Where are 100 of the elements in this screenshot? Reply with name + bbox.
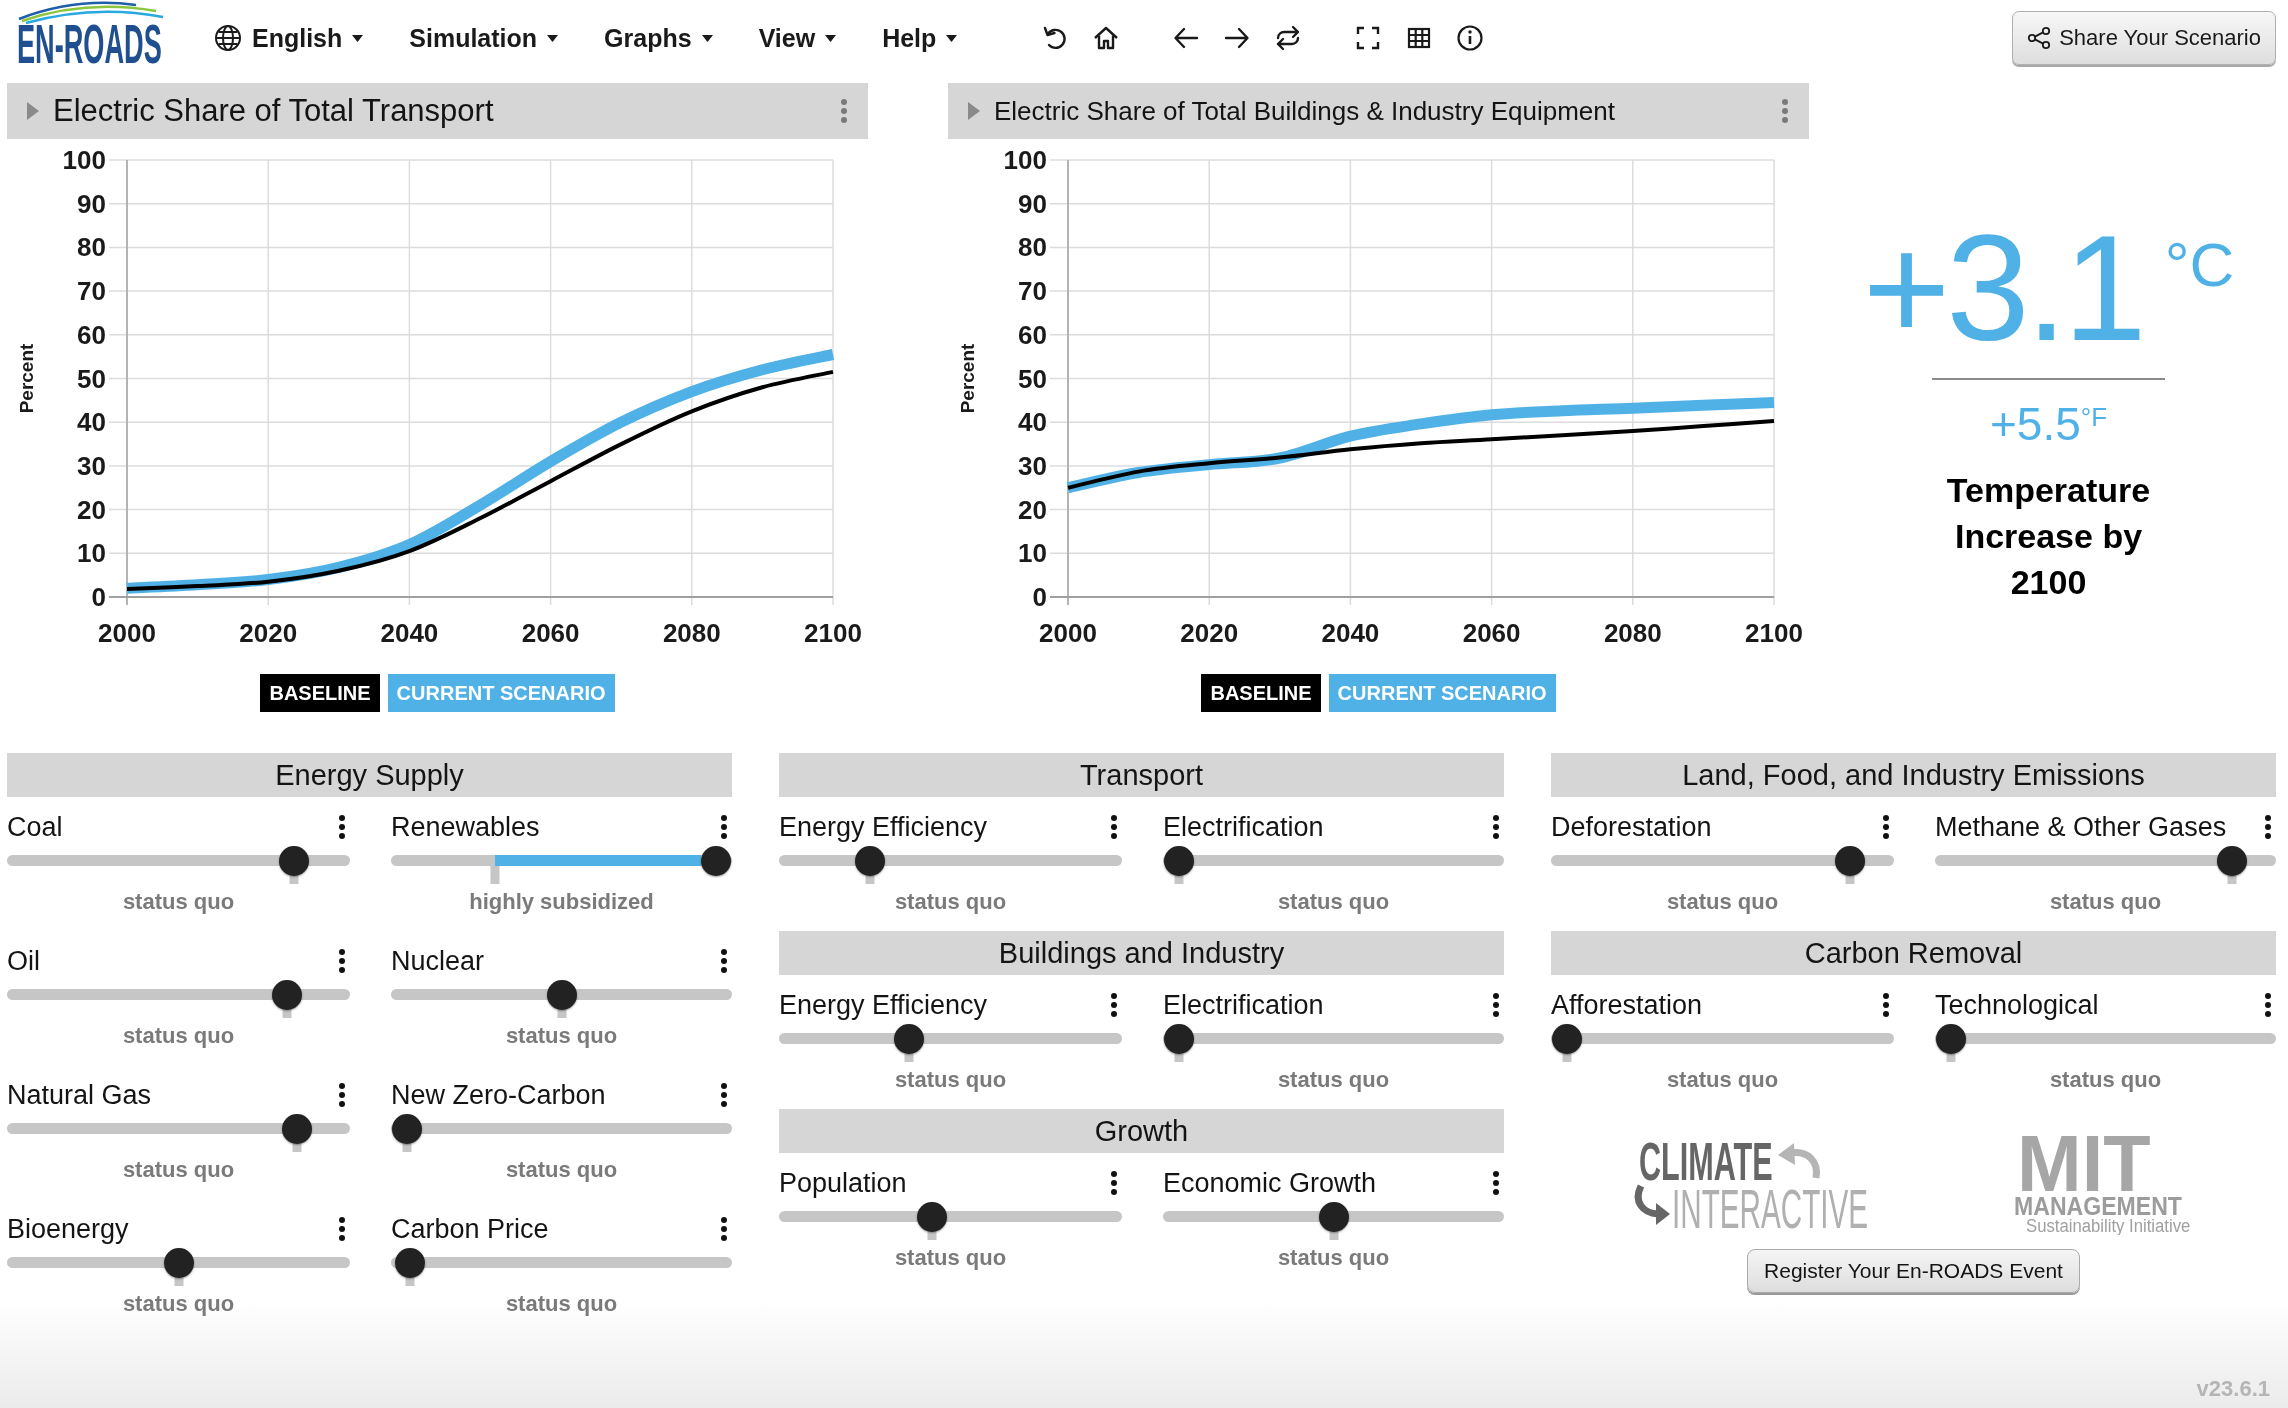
slider-thumb[interactable] [854,845,885,876]
more-options-icon[interactable] [1492,1170,1500,1196]
y-tick-label: 90 [1018,188,1047,219]
x-tick-label: 2020 [1180,618,1239,648]
menu-item[interactable]: View [758,23,837,53]
more-options-icon[interactable] [720,814,728,840]
more-options-icon[interactable] [338,814,346,840]
more-options-icon[interactable] [1882,992,1890,1018]
share-button[interactable]: Share Your Scenario [2012,11,2276,65]
slider-thumb[interactable] [281,1113,312,1144]
chart-title: Electric Share of Total Transport [53,93,494,129]
x-tick-label: 2080 [662,618,721,648]
x-tick-label: 2100 [804,618,862,648]
slider-label: Coal [7,811,63,843]
slider-thumb[interactable] [1318,1201,1349,1232]
more-options-icon[interactable] [720,1082,728,1108]
register-event-button[interactable]: Register Your En-ROADS Event [1747,1249,2080,1293]
more-options-icon[interactable] [1492,814,1500,840]
slider-thumb[interactable] [546,979,577,1010]
y-axis-title: Percent [15,343,37,414]
slider-thumb[interactable] [1936,1023,1966,1054]
slider-caption: status quo [1665,888,1780,916]
slider-caption: status quo [893,1244,1008,1272]
y-tick-label: 10 [77,538,106,569]
y-tick-label: 40 [1018,407,1047,438]
legend-item: BASELINE [1201,674,1321,712]
slider-thumb[interactable] [1164,1023,1194,1054]
menu-item[interactable]: Graphs [604,23,713,53]
more-options-icon[interactable] [720,1216,728,1242]
slider-label: Energy Efficiency [779,989,988,1021]
section-header: Carbon Removal [1551,931,2276,975]
y-tick-label: 40 [77,407,106,438]
slider-thumb[interactable] [893,1023,924,1054]
slider-thumb[interactable] [163,1247,194,1278]
slider-thumb[interactable] [278,845,309,876]
slider-label: Electrification [1163,811,1324,843]
slider-caption: status quo [504,1156,619,1184]
slider-label: Technological [1935,989,2099,1021]
slider-thumb[interactable] [272,979,303,1010]
slider-caption: status quo [1276,1244,1391,1272]
more-options-icon[interactable] [338,1082,346,1108]
slider-thumb[interactable] [392,1113,422,1144]
chart-title: Electric Share of Total Buildings & Industry Equipment [994,95,1615,127]
more-options-icon[interactable] [1492,992,1500,1018]
slider-caption: status quo [2048,1066,2163,1094]
menu-item[interactable]: Simulation [409,23,559,53]
slider-thumb[interactable] [395,1247,426,1278]
slider-caption: status quo [893,888,1008,916]
section-header: Growth [779,1109,1504,1153]
slider-thumb[interactable] [701,845,731,876]
more-options-icon[interactable] [2264,992,2272,1018]
info-icon[interactable] [1456,24,1485,52]
slider-caption: status quo [1276,1066,1391,1094]
slider-caption: status quo [121,888,236,916]
caret-icon [825,34,837,42]
menu-item[interactable]: Help [882,23,958,53]
menu-item[interactable]: English [214,23,364,53]
slider-thumb[interactable] [1164,845,1194,876]
x-tick-label: 2000 [98,618,156,648]
more-options-icon[interactable] [720,948,728,974]
slider-caption: status quo [1276,888,1391,916]
y-tick-label: 100 [62,145,106,175]
y-tick-label: 10 [1018,538,1047,569]
globe-icon [214,24,242,52]
section-header: Land, Food, and Industry Emissions [1551,753,2276,797]
slider-caption: status quo [2048,888,2163,916]
x-tick-label: 2060 [521,618,580,648]
slider-thumb[interactable] [1552,1023,1582,1054]
temperature-caption: Temperature Increase by 2100 [1945,470,2152,603]
y-tick-label: 20 [1018,494,1047,525]
more-options-icon[interactable] [1110,992,1118,1018]
y-tick-label: 0 [1032,582,1047,612]
slider-thumb[interactable] [916,1201,947,1232]
section-header: Energy Supply [7,753,732,797]
x-tick-label: 2000 [1039,618,1097,648]
x-tick-label: 2100 [1745,618,1803,648]
y-axis-title: Percent [956,343,978,414]
slider-caption: status quo [504,1022,619,1050]
version-label: v23.6.1 [2196,1376,2270,1402]
y-tick-label: 30 [1018,450,1047,481]
slider-label: Deforestation [1551,811,1712,843]
more-options-icon[interactable] [338,948,346,974]
caret-icon [352,34,364,42]
y-tick-label: 70 [77,276,106,307]
more-options-icon[interactable] [1110,1170,1118,1196]
legend-item: CURRENT SCENARIO [387,674,615,712]
share-icon [2027,26,2052,50]
more-options-icon[interactable] [1110,814,1118,840]
slider-caption: status quo [121,1290,236,1318]
y-tick-label: 80 [77,232,106,263]
more-options-icon[interactable] [338,1216,346,1242]
more-options-icon[interactable] [1882,814,1890,840]
slider-caption: status quo [121,1156,236,1184]
slider-thumb[interactable] [1835,845,1865,876]
slider-label: Energy Efficiency [779,811,988,843]
slider-caption: highly subsidized [468,888,655,916]
slider-thumb[interactable] [2217,845,2248,876]
y-tick-label: 30 [77,450,106,481]
slider-caption: status quo [893,1066,1008,1094]
more-options-icon[interactable] [2264,814,2272,840]
